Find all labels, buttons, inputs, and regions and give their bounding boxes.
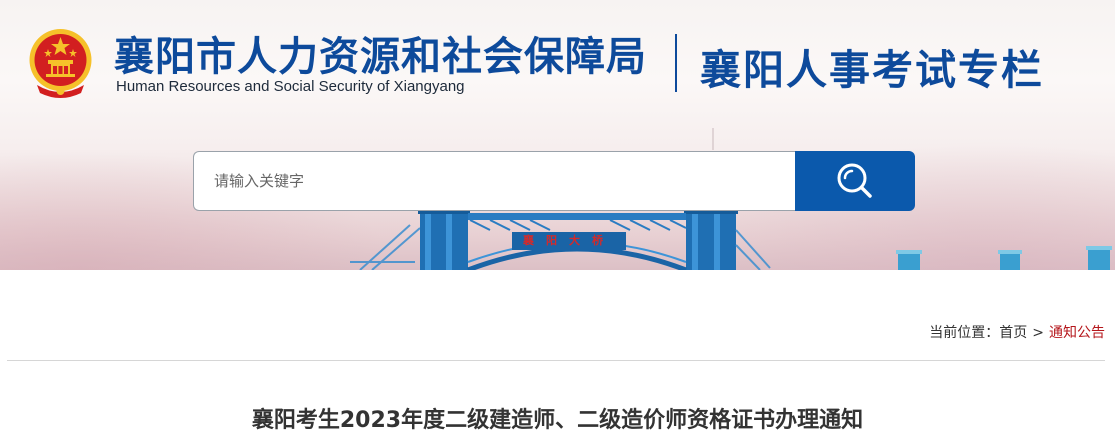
header-banner: 襄阳大桥 襄阳市人力资源和社会保障局 Human Resources and S… bbox=[0, 0, 1115, 270]
section-title: 襄阳人事考试专栏 bbox=[700, 46, 1044, 94]
search-box bbox=[193, 151, 796, 211]
search-icon bbox=[837, 163, 872, 198]
breadcrumb-home-link[interactable]: 首页 bbox=[999, 325, 1027, 341]
search-input[interactable] bbox=[194, 152, 796, 210]
article-title: 襄阳考生2023年度二级建造师、二级造价师资格证书办理通知 bbox=[251, 408, 864, 433]
breadcrumb-current-link[interactable]: 通知公告 bbox=[1049, 325, 1105, 341]
header-divider bbox=[675, 34, 677, 92]
search-button[interactable] bbox=[795, 151, 915, 211]
org-name-en: Human Resources and Social Security of X… bbox=[116, 78, 465, 95]
bridge-sign-text: 襄阳大桥 bbox=[523, 234, 615, 247]
breadcrumb: 当前位置：首页 > 通知公告 bbox=[929, 322, 1105, 342]
breadcrumb-label: 当前位置： bbox=[929, 325, 1000, 341]
national-emblem-icon bbox=[29, 29, 92, 98]
content-divider bbox=[7, 360, 1105, 361]
org-name-cn: 襄阳市人力资源和社会保障局 bbox=[114, 34, 647, 80]
breadcrumb-separator: > bbox=[1032, 325, 1044, 341]
